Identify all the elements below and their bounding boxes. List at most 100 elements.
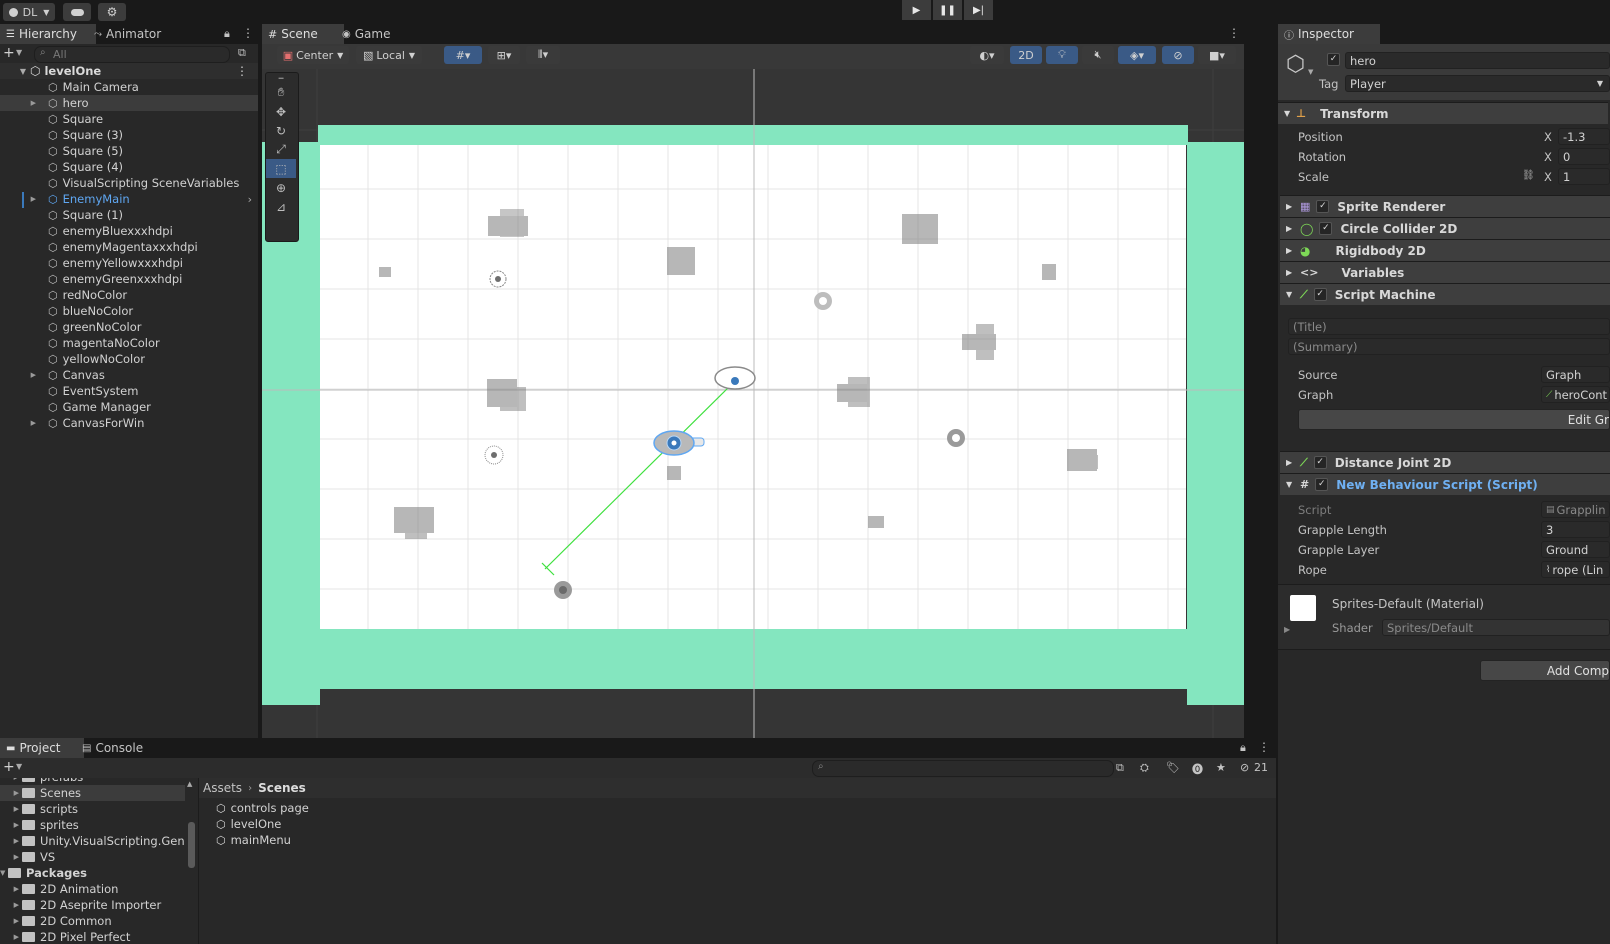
search-by-type-icon[interactable]: ⧉ [1116,761,1124,775]
lock-icon[interactable]: 🔒︎ [224,27,230,41]
hierarchy-item[interactable]: ▶ ⬡ EnemyMain › [0,191,258,207]
scene-viewport[interactable] [262,69,1244,738]
hierarchy-item[interactable]: ⬡ Square (4) [0,159,258,175]
expand-arrow-icon[interactable]: ▶ [0,99,40,107]
filter-by-type-icon[interactable]: ⛭ [1140,761,1149,775]
effects-toggle[interactable]: ◈▾ [1118,46,1156,64]
hidden-packages-icon[interactable]: ⊘ [1240,761,1249,774]
hierarchy-item[interactable]: ⬡ yellowNoColor [0,351,258,367]
camera-settings-dropdown[interactable]: ■▾ [1198,46,1236,64]
folder-tree-item[interactable]: ▶ 2D Common [0,913,185,929]
rect-tool[interactable]: ⬚ [266,159,296,178]
warning-filter-icon[interactable]: ⓿ [1192,761,1203,777]
custom-tool[interactable]: ⊿ [266,197,296,216]
rotate-tool[interactable]: ↻ [266,121,296,140]
step-button[interactable]: ▶| [964,0,993,20]
circle-collider-enabled-checkbox[interactable]: ✓ [1319,222,1333,235]
search-filter-icon[interactable]: ⧉ [238,46,246,60]
pause-button[interactable]: ❚❚ [933,0,962,20]
increment-snap-toggle[interactable]: ⦀▾ [526,46,560,64]
lock-icon[interactable]: 🔒︎ [1240,741,1246,755]
graph-summary-field[interactable]: (Summary) [1288,338,1610,355]
expand-arrow-icon[interactable]: ▼ [0,869,8,877]
move-tool[interactable]: ✥ [266,102,296,121]
icon-dropdown-chevron-icon[interactable]: ▼ [1308,68,1313,76]
hierarchy-item[interactable]: ⬡ Square [0,111,258,127]
expand-arrow-icon[interactable]: ▶ [0,778,22,781]
expand-arrow-icon[interactable]: ▼ [0,67,30,76]
scene-asset-item[interactable]: ⬡ levelOne [216,816,281,832]
folder-tree-item[interactable]: ▶ Scenes [0,785,185,801]
collapse-arrow-icon[interactable]: ▶ [1284,625,1290,634]
hierarchy-item[interactable]: ⬡ Square (1) [0,207,258,223]
scrollbar-thumb[interactable] [188,822,195,868]
hierarchy-item[interactable]: ⬡ enemyBluexxxhdpi [0,223,258,239]
scene-menu-icon[interactable]: ⋮ [236,64,248,78]
lighting-toggle[interactable]: 💡︎ [1046,46,1078,64]
add-object-button[interactable]: + [3,45,15,61]
hand-tool[interactable]: ✋︎ [266,83,296,102]
account-dropdown[interactable]: DL ▼ [3,3,55,21]
play-button[interactable]: ▶ [902,0,931,20]
folder-tree-item[interactable]: ▼ Packages [0,865,185,881]
source-dropdown[interactable]: Graph [1541,366,1610,383]
tab-animator[interactable]: ⤳ Animator [88,24,180,44]
sprite-renderer-header[interactable]: ▶ ▦ ✓ Sprite Renderer [1280,195,1610,217]
constrain-proportions-icon[interactable]: ⛓︎ [1522,170,1535,181]
position-x-field[interactable]: -1.3 [1558,128,1610,145]
services-button[interactable]: ⚙ [98,3,126,21]
scene-menu-icon[interactable]: ⋮ [1228,26,1240,40]
transform-tool[interactable]: ⊕ [266,178,296,197]
hierarchy-item[interactable]: ⬡ Main Camera [0,79,258,95]
hierarchy-item[interactable]: ⬡ enemyMagentaxxxhdpi [0,239,258,255]
grapple-layer-dropdown[interactable]: Ground [1541,541,1610,558]
folder-tree-item[interactable]: ▶ 2D Animation [0,881,185,897]
sprite-renderer-enabled-checkbox[interactable]: ✓ [1316,200,1330,213]
hierarchy-item[interactable]: ⬡ redNoColor [0,287,258,303]
draw-mode-dropdown[interactable]: ◐▾ [970,46,1004,64]
grapple-length-field[interactable]: 3 [1541,521,1610,538]
grid-snap-toggle[interactable]: #▾ [444,46,482,64]
tab-console[interactable]: ▤ Console [76,738,164,758]
hierarchy-search-input[interactable]: ⌕ All [34,46,230,63]
hierarchy-item[interactable]: ▶ ⬡ CanvasForWin [0,415,258,431]
filter-by-label-icon[interactable]: 🏷︎ [1166,761,1180,774]
script-machine-header[interactable]: ▼ ⟋ ✓ Script Machine [1280,283,1610,305]
scene-root-row[interactable]: ▼ ⬡ levelOne ⋮ [0,63,258,79]
new-behaviour-header[interactable]: ▼ # ✓ New Behaviour Script (Script) [1280,473,1610,495]
tag-dropdown[interactable]: Player ▼ [1345,75,1610,92]
kebab-menu-icon[interactable]: ⋮ [1258,740,1270,754]
expand-arrow-icon[interactable]: ▶ [0,837,22,845]
folder-tree-item[interactable]: ▶ 2D Aseprite Importer [0,897,185,913]
hierarchy-item[interactable]: ▶ ⬡ Canvas [0,367,258,383]
hierarchy-item[interactable]: ⬡ Game Manager [0,399,258,415]
distance-joint-enabled-checkbox[interactable]: ✓ [1313,456,1327,469]
expand-arrow-icon[interactable]: ▶ [0,933,22,941]
add-component-button[interactable]: Add Comp [1480,660,1610,681]
graph-object-field[interactable]: ⟋ heroCont [1541,386,1610,403]
variables-header[interactable]: ▶ <> Variables [1280,261,1610,283]
script-machine-enabled-checkbox[interactable]: ✓ [1313,288,1327,301]
favorite-star-icon[interactable]: ★ [1216,761,1226,774]
hierarchy-item[interactable]: ⬡ enemyYellowxxxhdpi [0,255,258,271]
graph-title-field[interactable]: (Title) [1288,318,1610,335]
hierarchy-item[interactable]: ⬡ Square (5) [0,143,258,159]
expand-arrow-icon[interactable]: ▶ [0,885,22,893]
expand-arrow-icon[interactable]: ▶ [0,371,40,379]
folder-tree-item[interactable]: ▶ 2D Pixel Perfect [0,929,185,944]
expand-arrow-icon[interactable]: ▶ [0,419,40,427]
expand-arrow-icon[interactable]: ▶ [0,789,22,797]
expand-arrow-icon[interactable]: ▶ [0,901,22,909]
hierarchy-item[interactable]: ⬡ EventSystem [0,383,258,399]
object-name-field[interactable]: hero [1345,52,1610,69]
new-behaviour-enabled-checkbox[interactable]: ✓ [1315,478,1329,491]
folder-tree-scrollbar[interactable]: ▲ [187,780,195,880]
hierarchy-item[interactable]: ⬡ magentaNoColor [0,335,258,351]
rotation-x-field[interactable]: 0 [1558,148,1610,165]
active-checkbox[interactable]: ✓ [1327,53,1340,66]
hierarchy-item[interactable]: ⬡ greenNoColor [0,319,258,335]
circle-collider-header[interactable]: ▶ ◯ ✓ Circle Collider 2D [1280,217,1610,239]
folder-tree-item[interactable]: ▶ scripts [0,801,185,817]
project-search-input[interactable]: ⌕ [812,760,1114,777]
breadcrumb-scenes[interactable]: Scenes [258,781,306,795]
